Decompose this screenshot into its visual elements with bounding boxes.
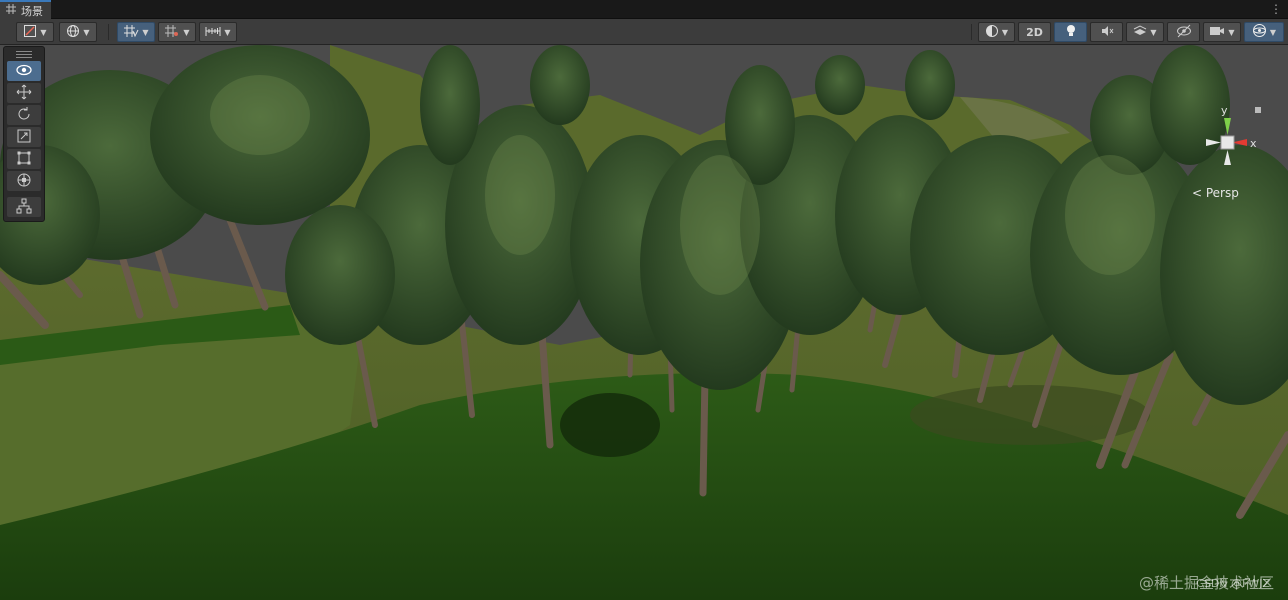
globe-icon xyxy=(66,24,80,41)
transform-tool[interactable] xyxy=(7,171,41,191)
grid-snap-dropdown[interactable]: ▼ xyxy=(117,22,155,42)
gizmo-x-label: x xyxy=(1250,137,1257,150)
rect-tool[interactable] xyxy=(7,149,41,169)
toolbar-divider xyxy=(971,24,972,40)
gizmo-sphere-icon xyxy=(1252,23,1267,41)
overlay-drag-handle[interactable] xyxy=(7,49,41,59)
eye-icon xyxy=(16,64,32,79)
global-local-dropdown[interactable]: ▼ xyxy=(59,22,97,42)
grid-icon xyxy=(6,4,16,17)
toolbar-divider xyxy=(108,24,109,40)
tab-title: 场景 xyxy=(21,4,43,18)
scale-icon xyxy=(16,128,32,147)
chevron-down-icon: ▼ xyxy=(1269,27,1277,37)
tab-scene[interactable]: 场景 xyxy=(0,0,51,19)
watermark-subtext: CSDN @FWJZ xyxy=(1196,577,1270,590)
custom-tool[interactable] xyxy=(7,197,41,217)
scale-tool[interactable] xyxy=(7,127,41,147)
axis-gizmo-icon: y x xyxy=(1206,104,1261,165)
scene-toolbar: ▼ ▼ ▼ ▼ ▼ ▼ 2D ▼ ▼ ▼ xyxy=(0,19,1288,45)
chevron-down-icon: ▼ xyxy=(1001,27,1009,37)
chevron-down-icon: ▼ xyxy=(40,27,47,37)
audio-mute-icon xyxy=(1100,24,1114,41)
draw-mode-dropdown[interactable]: ▼ xyxy=(16,22,54,42)
chevron-down-icon: ▼ xyxy=(1228,27,1235,37)
shaded-draw-mode-icon xyxy=(23,24,37,41)
chevron-down-icon: ▼ xyxy=(1150,27,1157,37)
forest-terrain-render xyxy=(0,45,1288,600)
gizmos-dropdown[interactable]: ▼ xyxy=(1244,22,1284,42)
transform-icon xyxy=(16,172,32,191)
camera-dropdown[interactable]: ▼ xyxy=(1203,22,1241,42)
projection-label[interactable]: < Persp xyxy=(1192,186,1239,200)
rect-icon xyxy=(16,150,32,169)
orientation-gizmo[interactable]: y x < Persp xyxy=(1188,100,1268,210)
chevron-down-icon: ▼ xyxy=(224,27,231,37)
more-menu-icon[interactable]: ⋮ xyxy=(1270,1,1282,17)
tools-overlay xyxy=(3,46,45,222)
grid-snap-icon xyxy=(123,24,139,41)
grid-visibility-dropdown[interactable]: ▼ xyxy=(158,22,196,42)
scene-viewport[interactable]: y x < Persp xyxy=(0,45,1288,600)
chevron-down-icon: ▼ xyxy=(83,27,90,37)
hidden-objects-toggle[interactable] xyxy=(1167,22,1200,42)
shading-mode-dropdown[interactable]: ▼ xyxy=(978,22,1015,42)
move-icon xyxy=(16,84,32,103)
camera-icon xyxy=(1209,25,1225,40)
view-tool[interactable] xyxy=(7,61,41,81)
shading-sphere-icon xyxy=(985,24,999,41)
move-tool[interactable] xyxy=(7,83,41,103)
ruler-icon xyxy=(205,24,221,41)
chevron-down-icon: ▼ xyxy=(142,27,149,37)
2d-mode-button[interactable]: 2D xyxy=(1018,22,1051,42)
rotate-icon xyxy=(16,106,32,125)
effects-icon xyxy=(1133,24,1147,41)
gizmo-y-label: y xyxy=(1221,104,1228,117)
grid-visibility-icon xyxy=(164,24,180,41)
eye-slash-icon xyxy=(1176,24,1192,41)
audio-toggle[interactable] xyxy=(1090,22,1123,42)
effects-dropdown[interactable]: ▼ xyxy=(1126,22,1164,42)
custom-editor-tool-icon xyxy=(16,198,32,217)
chevron-down-icon: ▼ xyxy=(183,27,190,37)
lighting-toggle[interactable] xyxy=(1054,22,1087,42)
lightbulb-icon xyxy=(1065,24,1077,41)
rotate-tool[interactable] xyxy=(7,105,41,125)
tab-bar: 场景 ⋮ xyxy=(0,0,1288,19)
increment-snap-dropdown[interactable]: ▼ xyxy=(199,22,237,42)
